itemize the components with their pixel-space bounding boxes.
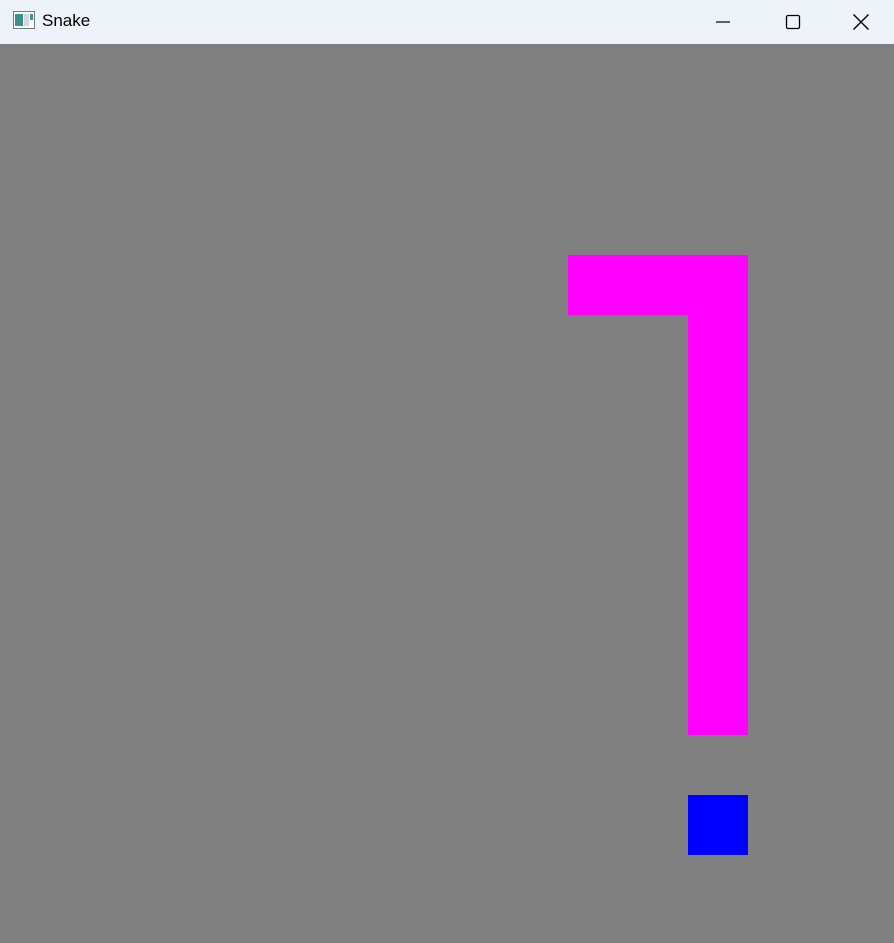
window-title: Snake [42,11,91,30]
minimize-icon [716,21,730,23]
snake-segment [688,255,748,315]
snake-segment [628,255,688,315]
snake-segment [688,375,748,435]
snake-segment [688,435,748,495]
snake-segment [688,615,748,675]
title-bar[interactable]: Snake [0,0,894,44]
snake-segment [688,315,748,375]
game-board[interactable] [0,44,894,943]
close-icon [853,14,869,30]
snake-segment [688,495,748,555]
snake-segment [688,555,748,615]
app-window-icon [13,11,35,29]
snake-segment [568,255,628,315]
minimize-button[interactable] [688,0,758,44]
food-pellet [688,795,748,855]
snake-window: Snake [0,0,894,943]
snake-head [688,675,748,735]
close-button[interactable] [828,0,894,44]
maximize-icon [785,14,801,30]
maximize-button[interactable] [758,0,828,44]
